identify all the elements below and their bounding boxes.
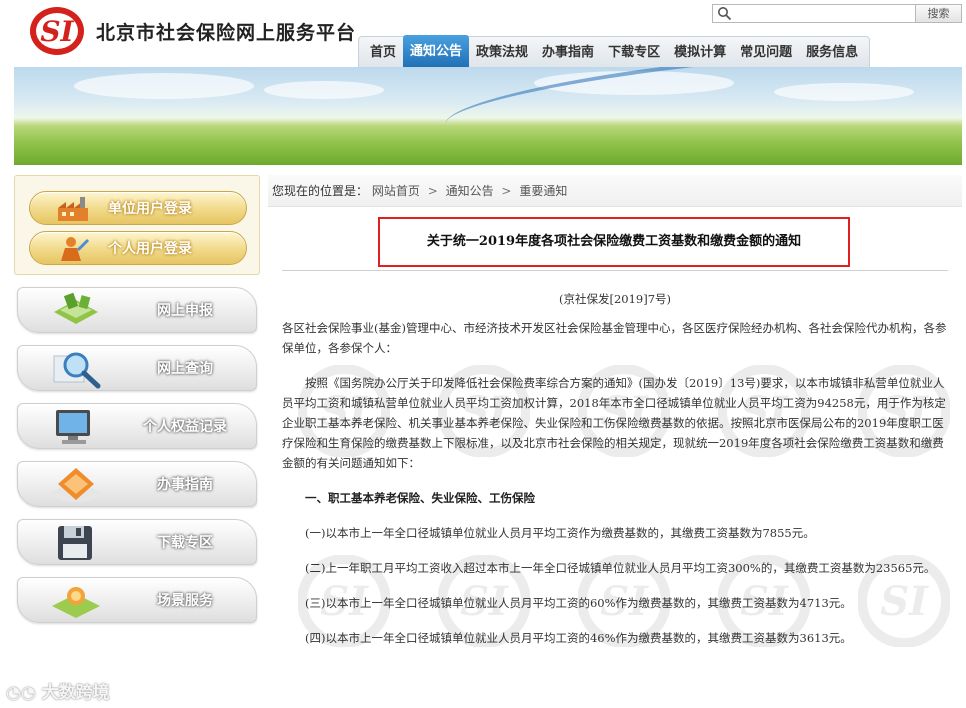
section-heading: 一、职工基本养老保险、失业保险、工伤保险 [305,491,535,505]
search-input[interactable] [735,6,921,21]
breadcrumb-home-link[interactable]: 网站首页 [372,184,420,198]
floppy-disk-icon [58,526,92,560]
site-title: 北京市社会保险网上服务平台 [96,22,357,44]
article-addressee: 各区社会保险事业(基金)管理中心、市经济技术开发区社会保险基金管理中心，各区医疗… [282,321,947,355]
sidebar-item-label: 网上申报 [157,303,213,319]
sidebar-item-online-declare[interactable]: 网上申报 [17,287,257,333]
nav-item-policies[interactable]: 政策法规 [469,37,535,68]
nav-item-calculator[interactable]: 模拟计算 [667,37,733,68]
sidebar-item-rights-record[interactable]: 个人权益记录 [17,403,257,449]
sidebar-item-label: 下载专区 [157,535,213,551]
nav-item-notices[interactable]: 通知公告 [403,35,470,68]
breadcrumb-separator: > [427,184,438,198]
sidebar-item-label: 个人权益记录 [143,419,227,435]
watermark-text: 大数跨境 [41,683,110,703]
org-user-login-button[interactable]: 单位用户登录 [29,191,247,225]
person-icon [61,237,90,261]
magnifier-icon [53,352,101,389]
banner-image [14,67,962,165]
article-title: 关于统一2019年度各项社会保险缴费工资基数和缴费金额的通知 [426,234,802,249]
breadcrumb-prefix: 您现在的位置是： [272,184,369,198]
nav-item-home[interactable]: 首页 [363,37,403,68]
personal-user-login-button[interactable]: 个人用户登录 [29,231,247,265]
computer-icon [56,410,90,444]
personal-user-login-label: 个人用户登录 [108,241,192,257]
sidebar-item-label: 办事指南 [157,477,213,493]
factory-icon [58,197,88,221]
org-user-login-label: 单位用户登录 [108,201,192,217]
search-box: 搜索 [712,4,962,23]
svg-text:SI: SI [40,15,74,48]
declare-icon [54,292,98,324]
login-panel: 单位用户登录 个人用户登录 [14,175,260,275]
breadcrumb-notices-link[interactable]: 通知公告 [446,184,494,198]
guide-icon [52,468,100,502]
nav-item-faq[interactable]: 常见问题 [733,37,799,68]
article-clause: (一)以本市上一年全口径城镇单位就业人员月平均工资作为缴费基数的，其缴费工资基数… [305,526,815,540]
article-body: (京社保发[2019]7号) 各区社会保险事业(基金)管理中心、市经济技术开发区… [282,287,948,648]
main-nav: 首页 通知公告 政策法规 办事指南 下载专区 模拟计算 常见问题 服务信息 [358,35,871,68]
search-icon [718,7,732,21]
watermark-logo-icon: ◔◔ [6,683,42,703]
search-button[interactable]: 搜索 [915,5,961,22]
si-logo-icon[interactable]: SI [28,5,86,57]
sidebar-item-label: 网上查询 [157,361,213,377]
nav-item-service-info[interactable]: 服务信息 [799,37,865,68]
corner-watermark: ◔◔ 大数跨境 [6,678,110,703]
site-header: SI 北京市社会保险网上服务平台 搜索 首页 通知公告 政策法规 办事指南 下载… [0,0,966,68]
sidebar-item-scene-service[interactable]: 场景服务 [17,577,257,623]
breadcrumb: 您现在的位置是： 网站首页 > 通知公告 > 重要通知 [268,175,962,207]
nav-item-downloads[interactable]: 下载专区 [601,37,667,68]
breadcrumb-important-notices-link[interactable]: 重要通知 [519,184,567,198]
article-clause: (四)以本市上一年全口径城镇单位就业人员月平均工资的46%作为缴费基数的，其缴费… [305,631,852,645]
document-number: (京社保发[2019]7号) [558,292,672,306]
article-title-highlight: 关于统一2019年度各项社会保险缴费工资基数和缴费金额的通知 [378,217,850,267]
article-clause: (三)以本市上一年全口径城镇单位就业人员月平均工资的60%作为缴费基数的，其缴费… [305,596,852,610]
sidebar-item-service-guide[interactable]: 办事指南 [17,461,257,507]
sidebar-item-label: 场景服务 [157,593,213,609]
nav-item-service-guide[interactable]: 办事指南 [535,37,601,68]
sidebar-item-online-query[interactable]: 网上查询 [17,345,257,391]
main-content: 您现在的位置是： 网站首页 > 通知公告 > 重要通知 SI SI SI SI … [268,175,962,708]
sidebar-item-downloads[interactable]: 下载专区 [17,519,257,565]
breadcrumb-separator: > [501,184,512,198]
scene-icon [52,587,100,618]
title-divider [282,270,948,271]
article-clause: (二)上一年职工月平均工资收入超过本市上一年全口径城镇单位就业人员月平均工资30… [305,561,936,575]
article-intro: 按照《国务院办公厅关于印发降低社会保险费率综合方案的通知》(国办发〔2019〕1… [282,376,946,470]
